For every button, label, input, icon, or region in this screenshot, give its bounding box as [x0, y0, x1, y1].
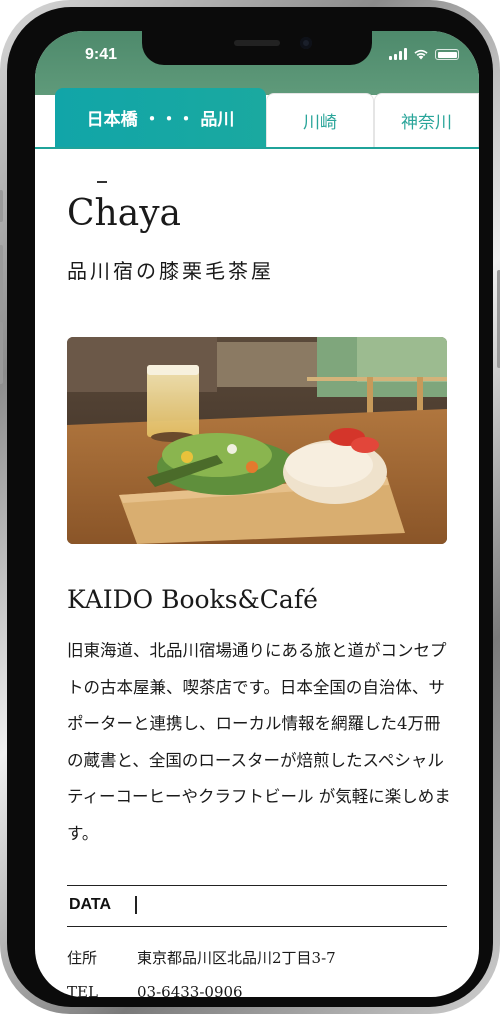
page-title: Chaya: [67, 193, 181, 234]
cafe-photo: [67, 337, 447, 544]
tab-underline: [35, 147, 479, 149]
title-ornament: [97, 181, 107, 183]
data-heading: DATA: [69, 896, 112, 913]
address-label: 住所: [67, 949, 98, 967]
address-value: 東京都品川区北品川2丁目3-7: [137, 949, 336, 967]
data-section-header: DATA: [67, 885, 447, 927]
volume-up-button: [0, 245, 3, 307]
tel-value[interactable]: 03-6433-0906: [137, 983, 243, 997]
phone-frame: 9:41 日本橋 ・・・ 品川 川崎 神奈川 Chaya 品川宿の膝栗毛茶屋 K…: [0, 0, 500, 1014]
speaker: [234, 40, 280, 46]
battery-icon: [435, 49, 459, 60]
status-icons: [389, 48, 459, 60]
status-time: 9:41: [85, 46, 118, 63]
shop-name: KAIDO Books&Café: [67, 585, 318, 614]
shop-description: 旧東海道、北品川宿場通りにある旅と道がコンセプトの古本屋兼、喫茶店です。日本全国…: [67, 641, 451, 843]
notch: [142, 31, 372, 65]
data-heading-bar: [135, 896, 137, 914]
tel-label: TEL: [67, 983, 98, 997]
screen: 9:41 日本橋 ・・・ 品川 川崎 神奈川 Chaya 品川宿の膝栗毛茶屋 K…: [35, 31, 479, 997]
status-bar: 9:41: [35, 31, 479, 95]
tab-kawasaki[interactable]: 川崎: [266, 93, 374, 147]
phone-bezel: 9:41 日本橋 ・・・ 品川 川崎 神奈川 Chaya 品川宿の膝栗毛茶屋 K…: [7, 7, 493, 1007]
front-camera: [300, 37, 312, 49]
tab-nihonbashi-shinagawa[interactable]: 日本橋 ・・・ 品川: [55, 88, 266, 147]
signal-icon: [389, 48, 407, 60]
volume-down-button: [0, 322, 3, 384]
tab-bar: 日本橋 ・・・ 品川 川崎 神奈川: [35, 87, 479, 149]
silent-switch: [0, 190, 3, 222]
page-subtitle: 品川宿の膝栗毛茶屋: [67, 259, 274, 283]
wifi-icon: [414, 49, 428, 60]
tab-kanagawa[interactable]: 神奈川: [374, 93, 479, 147]
